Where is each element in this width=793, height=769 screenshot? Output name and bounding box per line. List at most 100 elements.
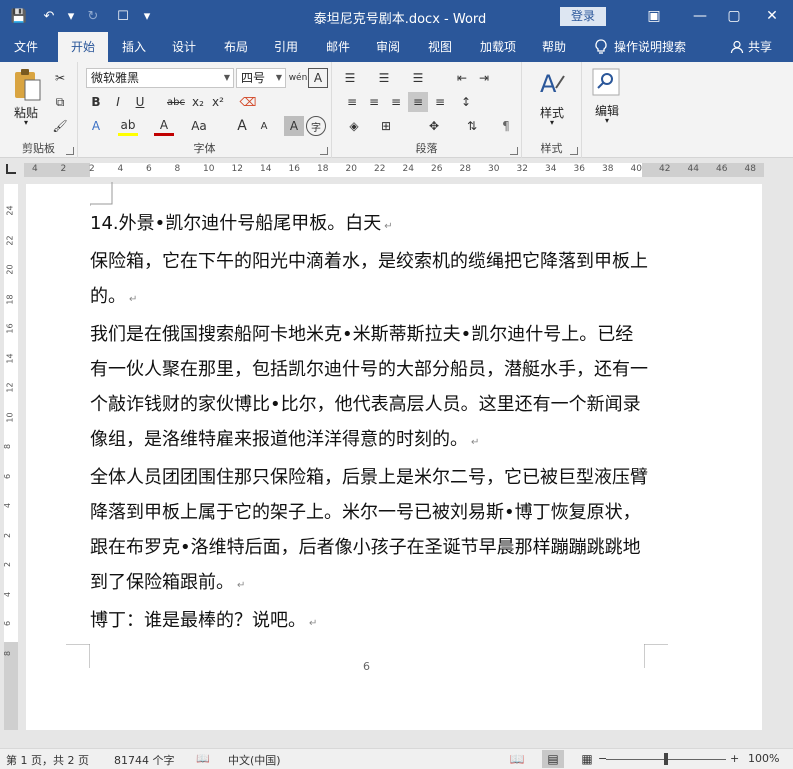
bold-icon[interactable]: B <box>86 92 106 112</box>
paste-icon[interactable] <box>12 68 42 102</box>
character-border-icon[interactable]: A <box>308 68 328 88</box>
customize-qat-icon[interactable]: ▾ <box>140 5 154 27</box>
font-launcher-icon[interactable] <box>320 147 328 155</box>
tell-me-search[interactable]: 操作说明搜索 <box>594 32 686 62</box>
editing-group: 编辑 ▾ <box>582 62 632 158</box>
horizontal-ruler[interactable]: 4 2 2 4 6 8 10 12 14 16 18 20 22 24 26 28 30 32 34 36 38 40 42… <box>24 163 764 177</box>
ruler-number: 42 <box>659 164 671 174</box>
redo-icon[interactable]: ↻ <box>80 5 106 27</box>
document-paragraph[interactable]: 博丁：谁是最棒的？说吧。 ↵ <box>90 603 650 641</box>
styles-launcher-icon[interactable] <box>570 147 578 155</box>
tab-design[interactable]: 设计 <box>162 32 206 62</box>
shrink-font-icon[interactable]: A <box>254 116 274 136</box>
undo-dropdown-icon[interactable]: ▾ <box>66 5 76 27</box>
multilevel-list-icon[interactable]: ☰ <box>408 68 428 88</box>
change-case-icon[interactable]: Aa <box>186 116 212 136</box>
editing-dropdown-icon[interactable]: ▾ <box>601 116 613 125</box>
italic-icon[interactable]: I <box>108 92 128 112</box>
document-paragraph[interactable]: 全体人员团团围住那只保险箱，后景上是米尔二号，它已被巨型液压臂降落到甲板上属于它… <box>90 460 650 603</box>
vertical-scrollbar[interactable] <box>766 184 793 730</box>
tab-view[interactable]: 视图 <box>418 32 462 62</box>
subscript-icon[interactable]: x₂ <box>188 92 208 112</box>
styles-icon[interactable]: A <box>538 68 566 98</box>
vertical-ruler[interactable]: 24 22 20 18 16 14 12 10 8 6 4 2 2 4 6 8 <box>3 184 18 730</box>
zoom-level[interactable]: 100% <box>748 752 779 765</box>
ribbon-display-options-icon[interactable]: ▣ <box>631 0 677 32</box>
touch-mode-icon[interactable]: ☐ <box>110 5 136 27</box>
chinese-layout-icon[interactable]: ✥ <box>424 116 444 136</box>
ruler-number: 16 <box>288 164 300 174</box>
ruler-number: 8 <box>174 164 181 174</box>
grow-font-icon[interactable]: A <box>232 116 252 136</box>
shading-icon[interactable]: ◈ <box>344 116 364 136</box>
align-left-icon[interactable]: ≡ <box>342 92 362 112</box>
tab-mailings[interactable]: 邮件 <box>316 32 360 62</box>
align-right-icon[interactable]: ≡ <box>386 92 406 112</box>
tab-layout[interactable]: 布局 <box>214 32 258 62</box>
document-body[interactable]: 14.外景•凯尔迪什号船尾甲板。白天 ↵ 保险箱，它在下午的阳光中滴着水，是绞索机的… <box>90 206 650 641</box>
paragraph-launcher-icon[interactable] <box>510 147 518 155</box>
tab-selector-icon[interactable] <box>6 164 16 174</box>
copy-icon[interactable]: ⧉ <box>50 92 70 112</box>
clear-formatting-icon[interactable]: ⌫ <box>238 92 258 112</box>
format-painter-icon[interactable]: 🖌 <box>50 116 70 136</box>
borders-icon[interactable]: ⊞ <box>376 116 396 136</box>
document-paragraph[interactable]: 保险箱，它在下午的阳光中滴着水，是绞索机的缆绳把它降落到甲板上的。 ↵ <box>90 244 650 317</box>
justify-icon[interactable]: ≡ <box>408 92 428 112</box>
font-group-label: 字体 <box>193 142 216 155</box>
language[interactable]: 中文(中国) <box>228 752 281 768</box>
tab-insert[interactable]: 插入 <box>112 32 156 62</box>
tab-review[interactable]: 审阅 <box>366 32 410 62</box>
sort-icon[interactable]: ⇅ <box>462 116 482 136</box>
numbering-icon[interactable]: ☰ <box>374 68 394 88</box>
strikethrough-icon[interactable]: abc <box>164 92 188 112</box>
ruler-number: 30 <box>488 164 500 174</box>
clipboard-launcher-icon[interactable] <box>66 147 74 155</box>
increase-indent-icon[interactable]: ⇥ <box>474 68 494 88</box>
web-layout-icon[interactable]: ▦ <box>576 750 598 768</box>
phonetic-guide-icon[interactable]: wén <box>288 68 308 88</box>
font-color-icon[interactable]: A <box>154 116 174 136</box>
line-spacing-icon[interactable]: ↕ <box>456 92 476 112</box>
share-button[interactable]: 共享 <box>730 32 772 62</box>
zoom-in-icon[interactable]: + <box>730 752 739 765</box>
close-icon[interactable]: ✕ <box>749 0 793 32</box>
proofing-icon[interactable]: 📖 <box>196 752 210 765</box>
bottom-left-margin-mark <box>66 644 90 668</box>
vertical-ruler-number: 18 <box>5 293 15 305</box>
read-mode-icon[interactable]: 📖 <box>506 750 528 768</box>
font-size-select[interactable]: 四号 ▼ <box>236 68 286 88</box>
document-paragraph[interactable]: 14.外景•凯尔迪什号船尾甲板。白天 ↵ <box>90 206 650 244</box>
text-effects-icon[interactable]: A <box>86 116 106 136</box>
login-button[interactable]: 登录 <box>560 7 606 26</box>
zoom-slider-thumb[interactable] <box>664 753 668 765</box>
enclose-characters-icon[interactable]: 字 <box>306 116 326 136</box>
cut-icon[interactable]: ✂ <box>50 68 70 88</box>
bullets-icon[interactable]: ☰ <box>340 68 360 88</box>
word-count[interactable]: 81744 个字 <box>114 752 175 768</box>
save-icon[interactable]: 💾 <box>6 5 32 27</box>
undo-icon[interactable]: ↶ <box>36 5 62 27</box>
page-info[interactable]: 第 1 页，共 2 页 <box>6 752 89 768</box>
highlight-icon[interactable]: ab <box>118 116 138 136</box>
tab-help[interactable]: 帮助 <box>532 32 576 62</box>
font-name-select[interactable]: 微软雅黑 ▼ <box>86 68 234 88</box>
search-icon[interactable] <box>592 68 620 96</box>
tab-home[interactable]: 开始 <box>58 32 108 62</box>
align-center-icon[interactable]: ≡ <box>364 92 384 112</box>
superscript-icon[interactable]: x² <box>208 92 228 112</box>
paste-dropdown-icon[interactable]: ▾ <box>20 118 32 127</box>
tab-addins[interactable]: 加载项 <box>472 32 524 62</box>
styles-dropdown-icon[interactable]: ▾ <box>546 118 558 127</box>
svg-text:A: A <box>540 70 557 98</box>
show-formatting-marks-icon[interactable]: ¶ <box>496 116 516 136</box>
decrease-indent-icon[interactable]: ⇤ <box>452 68 472 88</box>
tab-file[interactable]: 文件 <box>4 32 48 62</box>
tab-references[interactable]: 引用 <box>264 32 308 62</box>
character-shading-icon[interactable]: A <box>284 116 304 136</box>
print-layout-icon[interactable]: ▤ <box>542 750 564 768</box>
underline-icon[interactable]: U <box>130 92 150 112</box>
document-paragraph[interactable]: 我们是在俄国搜索船阿卡地米克•米斯蒂斯拉夫•凯尔迪什号上。已经有一伙人聚在那里，… <box>90 317 650 460</box>
document-page[interactable]: 14.外景•凯尔迪什号船尾甲板。白天 ↵ 保险箱，它在下午的阳光中滴着水，是绞索机的… <box>26 182 762 730</box>
distributed-icon[interactable]: ≡ <box>430 92 450 112</box>
